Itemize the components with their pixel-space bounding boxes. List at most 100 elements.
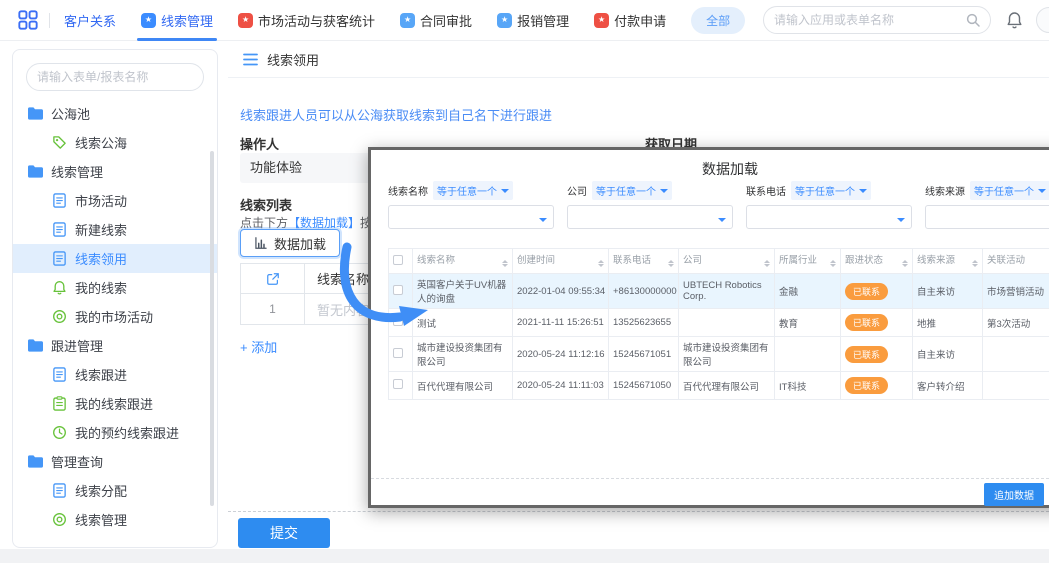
row-checkbox[interactable] [393,285,403,295]
row-checkbox[interactable] [393,316,403,326]
sidebar-item-lead-public-sea[interactable]: 线索公海 [13,128,217,157]
menu-icon[interactable] [243,53,258,66]
sort-icon[interactable] [502,257,508,270]
sort-icon[interactable] [830,257,836,270]
filter-operator-dropdown[interactable]: 等于任意一个 [791,181,871,200]
page-bottom-strip [0,549,1049,563]
sidebar-folder-public-pool[interactable]: 公海池 [13,99,217,128]
col-header-activity[interactable]: 关联活动 [983,249,1049,274]
tab-payment-request[interactable]: ★ 付款申请 [594,0,666,41]
filter-input-box[interactable] [567,205,733,229]
sidebar-item-my-leads[interactable]: 我的线索 [13,273,217,302]
tab-label: 市场活动与获客统计 [258,11,375,30]
col-label: 公司 [683,255,702,266]
row-index: 1 [241,294,305,324]
star-icon: ★ [400,13,415,28]
col-header-industry[interactable]: 所属行业 [775,249,841,274]
operator-label: 操作人 [240,134,279,153]
apps-grid-icon[interactable] [18,10,38,30]
table-row[interactable]: 城市建设投资集团有限公司 2020-05-24 11:12:16 1524567… [389,337,1049,372]
filter-input-box[interactable] [925,205,1049,229]
sort-icon[interactable] [972,257,978,270]
filter-operator-dropdown[interactable]: 等于任意一个 [970,181,1049,200]
filter-operator-dropdown[interactable]: 等于任意一个 [433,181,513,200]
data-load-button[interactable]: 数据加载 [240,229,340,257]
all-apps-pill[interactable]: 全部 [691,7,745,34]
row-checkbox[interactable] [393,348,403,358]
clipboard-icon [52,396,67,411]
sidebar-scrollbar[interactable] [210,151,214,506]
tab-contract-approval[interactable]: ★ 合同审批 [400,0,472,41]
col-header-status[interactable]: 跟进状态 [841,249,913,274]
filter-lead-name-input[interactable] [389,206,553,228]
app-search-box[interactable] [763,6,991,34]
bell-icon[interactable] [1006,11,1023,29]
hint-link-text: 【数据加载】 [288,216,360,230]
col-header-lead-name[interactable]: 线索名称 [413,249,513,274]
app-search-input[interactable] [774,13,960,27]
submit-button[interactable]: 提交 [238,518,330,548]
sort-icon[interactable] [764,257,770,270]
sidebar-item-market-activity[interactable]: 市场活动 [13,186,217,215]
filter-phone-input[interactable] [747,206,911,228]
sidebar-search-input[interactable] [37,70,192,84]
tab-label: 线索管理 [161,11,213,30]
filter-company-input[interactable] [568,206,732,228]
table-row[interactable]: 测试 2021-11-11 15:26:51 13525623655 教育 已联… [389,309,1049,337]
doc-icon [52,222,67,237]
sidebar-item-my-scheduled-followup[interactable]: 我的预约线索跟进 [13,418,217,447]
chevron-down-icon[interactable] [539,218,547,226]
sidebar-item-my-market-activity[interactable]: 我的市场活动 [13,302,217,331]
folder-icon [28,164,43,179]
col-header-phone[interactable]: 联系电话 [609,249,679,274]
tab-label: 合同审批 [420,11,472,30]
folder-icon [28,106,43,121]
cell-lead-name: 测试 [413,309,513,337]
col-label: 线索来源 [917,255,955,266]
table-row[interactable]: 英国客户关于UV机器人的询盘 2022-01-04 09:55:34 +8613… [389,274,1049,309]
cell-phone: 15245671050 [609,372,679,400]
tab-lead-management[interactable]: ★ 线索管理 [141,0,213,41]
col-header-source[interactable]: 线索来源 [913,249,983,274]
col-header-created[interactable]: 创建时间 [513,249,609,274]
sort-icon[interactable] [668,257,674,270]
tab-market-activity-stats[interactable]: ★ 市场活动与获客统计 [238,0,375,41]
chevron-down-icon[interactable] [718,218,726,226]
sort-icon[interactable] [598,257,604,270]
filter-label: 线索名称 [388,183,428,198]
sidebar: 公海池 线索公海 线索管理 市场活动 新建线索 线索领用 我的线索 我的市场活动… [12,49,218,548]
col-header-company[interactable]: 公司 [679,249,775,274]
filter-input-box[interactable] [388,205,554,229]
add-row-link[interactable]: + 添加 [240,337,277,356]
star-icon: ★ [141,13,156,28]
chevron-down-icon[interactable] [897,218,905,226]
doc-icon [52,251,67,266]
sidebar-item-new-lead[interactable]: 新建线索 [13,215,217,244]
sidebar-item-my-lead-followup[interactable]: 我的线索跟进 [13,389,217,418]
sidebar-folder-followup-management[interactable]: 跟进管理 [13,331,217,360]
filter-operator-dropdown[interactable]: 等于任意一个 [592,181,672,200]
sidebar-folder-management-query[interactable]: 管理查询 [13,447,217,476]
sidebar-folder-lead-management[interactable]: 线索管理 [13,157,217,186]
sidebar-search-box[interactable] [26,63,204,91]
expand-cell[interactable] [241,264,305,293]
select-all-checkbox[interactable] [393,255,403,265]
cell-industry: 金融 [775,274,841,309]
doc-icon [52,367,67,382]
filter-lead-source-input[interactable] [926,206,1049,228]
table-row[interactable]: 百代代理有限公司 2020-05-24 11:11:03 15245671050… [389,372,1049,400]
sidebar-item-lead-management[interactable]: 线索管理 [13,505,217,534]
sidebar-item-lead-followup[interactable]: 线索跟进 [13,360,217,389]
sidebar-item-lead-claim[interactable]: 线索领用 [13,244,217,273]
select-all-cell[interactable] [389,249,413,274]
tab-customer-relations[interactable]: 客户关系 [64,0,116,41]
avatar[interactable] [1036,7,1049,33]
cell-lead-name: 百代代理有限公司 [413,372,513,400]
doc-icon [52,193,67,208]
sort-icon[interactable] [902,257,908,270]
row-checkbox[interactable] [393,379,403,389]
filter-input-box[interactable] [746,205,912,229]
tab-expense-management[interactable]: ★ 报销管理 [497,0,569,41]
sidebar-item-lead-assignment[interactable]: 线索分配 [13,476,217,505]
append-data-button[interactable]: 追加数据 [984,483,1044,506]
